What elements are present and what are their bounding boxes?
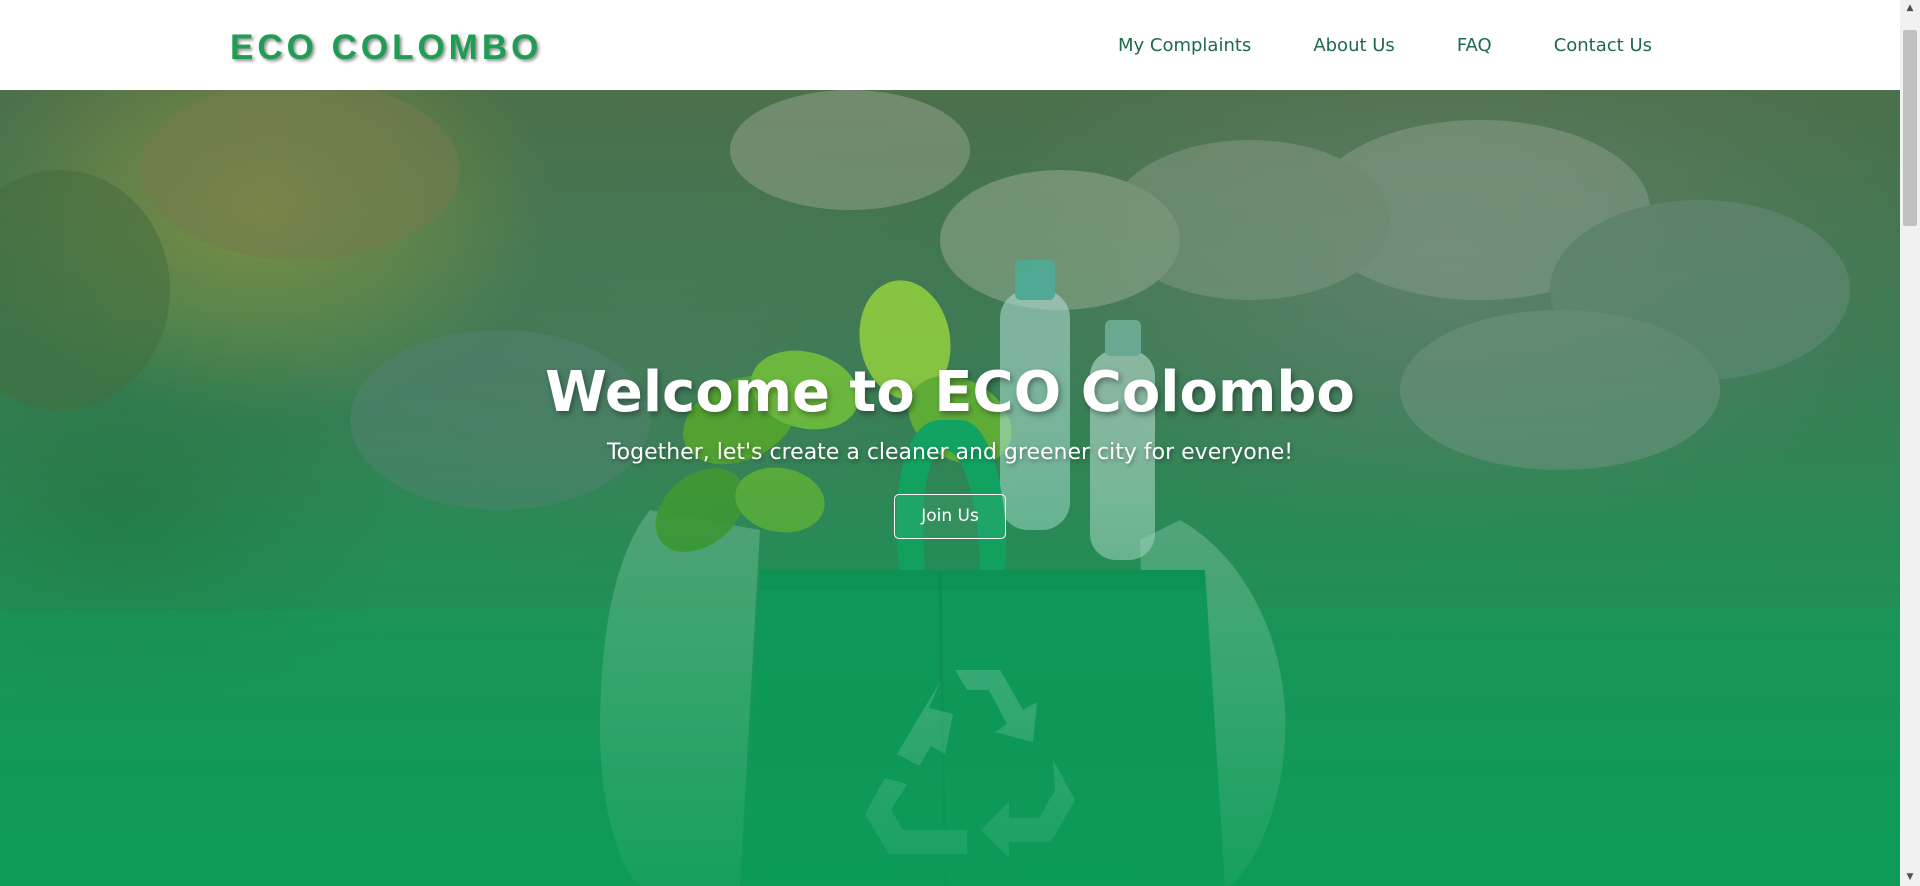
chevron-up-icon[interactable]: ▲: [1900, 0, 1920, 17]
hero-subtitle: Together, let's create a cleaner and gre…: [606, 440, 1294, 465]
nav-link-contact-us[interactable]: Contact Us: [1554, 35, 1652, 56]
navbar: ECO COLOMBO My Complaints About Us FAQ C…: [0, 0, 1900, 90]
chevron-down-icon[interactable]: ▼: [1900, 869, 1920, 886]
join-us-button[interactable]: Join Us: [894, 494, 1006, 539]
page: ECO COLOMBO My Complaints About Us FAQ C…: [0, 0, 1900, 886]
nav-link-about-us[interactable]: About Us: [1313, 35, 1395, 56]
nav-link-faq[interactable]: FAQ: [1457, 35, 1492, 56]
hero-content: Welcome to ECO Colombo Together, let's c…: [0, 360, 1900, 539]
nav-link-my-complaints[interactable]: My Complaints: [1118, 35, 1251, 56]
brand-logo[interactable]: ECO COLOMBO: [230, 28, 542, 68]
hero-section: Welcome to ECO Colombo Together, let's c…: [0, 90, 1900, 886]
scrollbar-thumb[interactable]: [1903, 30, 1917, 226]
hero-title: Welcome to ECO Colombo: [545, 360, 1355, 425]
page-scrollbar[interactable]: ▲ ▼: [1900, 0, 1920, 886]
main-nav: My Complaints About Us FAQ Contact Us: [1118, 0, 1652, 90]
